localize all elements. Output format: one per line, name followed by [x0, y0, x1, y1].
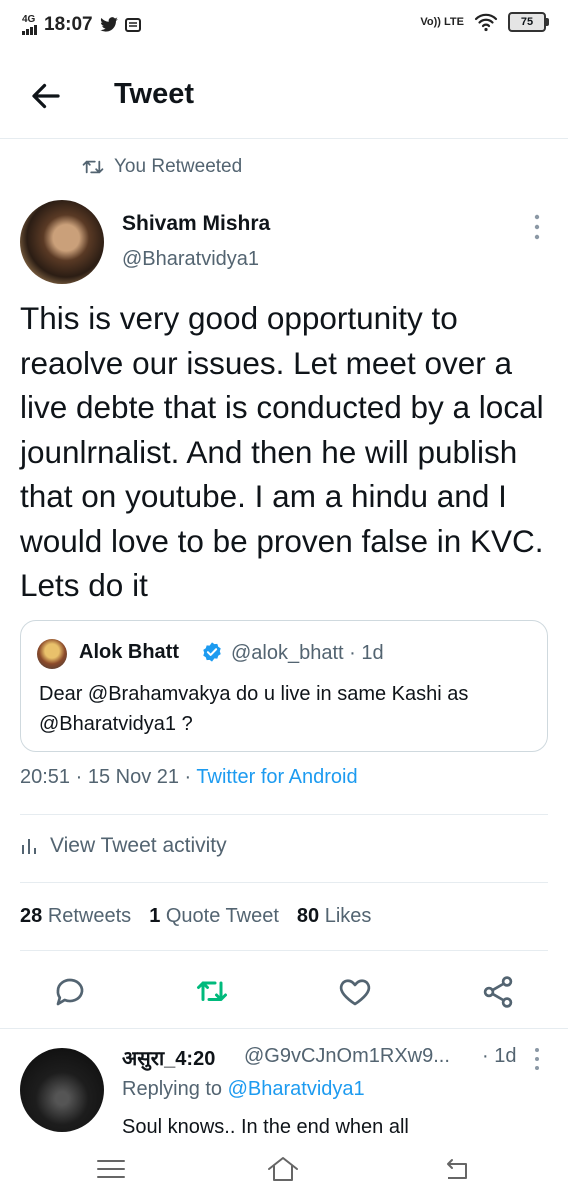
back-nav-icon[interactable]: [440, 1152, 474, 1186]
tweet-timestamp-line: 20:51 · 15 Nov 21 · Twitter for Android: [20, 766, 358, 789]
author-name[interactable]: Shivam Mishra: [122, 212, 270, 236]
verified-badge-icon: [203, 642, 221, 662]
view-tweet-activity[interactable]: View Tweet activity: [20, 834, 227, 858]
signal-icon: [22, 25, 37, 35]
author-handle[interactable]: @Bharatvidya1: [122, 248, 259, 271]
bar-chart-icon: [22, 839, 36, 854]
likes-stat[interactable]: 80 Likes: [297, 905, 372, 928]
back-arrow-icon[interactable]: [28, 78, 64, 114]
share-icon[interactable]: [480, 974, 516, 1010]
menu-icon[interactable]: [94, 1152, 128, 1186]
wifi-icon: [474, 13, 498, 32]
like-icon[interactable]: [337, 974, 373, 1010]
page-title: Tweet: [114, 78, 195, 110]
twitter-icon: [99, 17, 118, 32]
network-indicator: 4G: [22, 15, 38, 35]
retweet-icon: [82, 160, 104, 174]
retweet-button-icon[interactable]: [194, 974, 230, 1010]
tweet-source-link[interactable]: Twitter for Android: [196, 766, 357, 788]
tweet-stats: 28 Retweets 1 Quote Tweet 80 Likes: [20, 905, 371, 928]
reply-time: · 1d: [482, 1045, 517, 1067]
reply-text: Soul knows.. In the end when all: [122, 1116, 409, 1136]
status-right: Vo)) LTE 75: [420, 12, 549, 32]
likes-label: Likes: [324, 905, 372, 927]
battery-indicator: 75: [508, 12, 549, 32]
replying-to-prefix: Replying to: [122, 1078, 228, 1100]
status-left: 4G 18:07: [22, 14, 141, 36]
replying-to: Replying to @Bharatvidya1: [122, 1078, 365, 1101]
mail-icon: [124, 18, 141, 32]
likes-count: 80: [296, 905, 320, 927]
section-separator: [0, 1028, 568, 1029]
view-tweet-activity-label: View Tweet activity: [50, 834, 227, 857]
status-bar: 4G 18:07 Vo)) LTE 75: [0, 0, 568, 52]
retweet-context: You Retweeted: [82, 156, 242, 178]
quote-avatar: [37, 639, 67, 669]
retweets-count: 28: [20, 905, 43, 927]
divider: [20, 814, 548, 815]
reply-more-vertical-icon[interactable]: [530, 1046, 544, 1072]
replying-to-mention[interactable]: @Bharatvidya1: [228, 1078, 365, 1100]
retweets-stat[interactable]: 28 Retweets: [20, 905, 131, 928]
avatar[interactable]: [20, 200, 104, 284]
tweet-text: This is very good opportunity to reaolve…: [20, 300, 544, 603]
quotes-label: Quote Tweet: [165, 905, 279, 927]
quote-tweet-card[interactable]: Alok Bhatt @alok_bhatt · 1d Dear @Braham…: [20, 620, 548, 752]
more-vertical-icon[interactable]: [528, 212, 546, 242]
retweet-context-label: You Retweeted: [114, 156, 243, 177]
reply-author-name[interactable]: असुरा_4:20: [122, 1044, 215, 1071]
volte-indicator: Vo)) LTE: [420, 15, 464, 28]
divider: [20, 882, 548, 883]
reply-icon[interactable]: [52, 974, 88, 1010]
home-icon[interactable]: [266, 1152, 300, 1186]
quote-meta: @alok_bhatt · 1d: [231, 642, 384, 664]
network-label: 4G: [22, 14, 36, 25]
status-time: 18:07: [44, 14, 93, 35]
quote-author-name: Alok Bhatt: [79, 641, 179, 663]
app-header: Tweet: [0, 60, 568, 139]
quotes-count: 1: [149, 905, 161, 927]
retweets-label: Retweets: [47, 905, 132, 927]
system-nav-bar: [0, 1136, 568, 1200]
tweet-timestamp: 20:51 · 15 Nov 21 ·: [20, 766, 197, 788]
divider: [20, 950, 548, 951]
reply-avatar[interactable]: [20, 1048, 104, 1132]
quote-text: Dear @Brahamvakya do u live in same Kash…: [39, 683, 469, 735]
reply-author-handle[interactable]: @G9vCJnOm1RXw9...: [244, 1045, 474, 1068]
quotes-stat[interactable]: 1 Quote Tweet: [149, 905, 279, 928]
